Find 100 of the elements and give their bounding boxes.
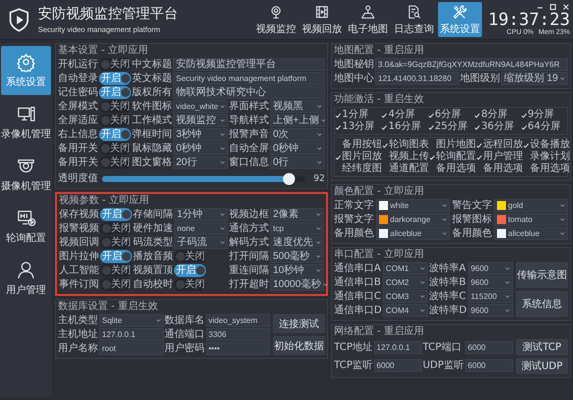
dropdown[interactable]: 1分钟: [174, 208, 228, 221]
toggle-switch[interactable]: 关闭: [99, 58, 131, 71]
dropdown[interactable]: 速度优先: [270, 236, 324, 249]
text-field[interactable]: 物联网技术研究中心: [173, 86, 325, 99]
color-dropdown[interactable]: aliceblue: [376, 227, 450, 240]
text-field[interactable]: ••••: [206, 342, 270, 355]
text-field[interactable]: root: [99, 342, 164, 355]
checkbox[interactable]: 4分屏: [381, 109, 415, 121]
sidebar-item[interactable]: 录像机管理: [1, 98, 51, 147]
text-field[interactable]: 127.0.0.1: [374, 341, 422, 354]
dropdown[interactable]: 0行: [270, 156, 325, 169]
checkbox[interactable]: 备用按钮: [335, 139, 382, 151]
dropdown[interactable]: COM4: [382, 304, 428, 317]
text-field[interactable]: 6000: [374, 359, 422, 372]
checkbox[interactable]: 1分屏: [335, 109, 368, 121]
dropdown[interactable]: 上侧+上侧: [270, 114, 325, 127]
dropdown[interactable]: 子码流: [174, 236, 228, 249]
text-field[interactable]: Security video management platform: [173, 72, 325, 85]
checkbox[interactable]: 图片地图: [429, 139, 476, 151]
text-field[interactable]: video_system: [206, 314, 270, 327]
toggle-switch[interactable]: 关闭: [100, 278, 132, 291]
color-dropdown[interactable]: gold: [494, 199, 568, 212]
color-dropdown[interactable]: aliceblue: [494, 227, 568, 240]
text-field[interactable]: 121.41400,31.18280: [375, 72, 460, 85]
sidebar-item[interactable]: 轮询配置: [1, 202, 51, 251]
dropdown[interactable]: 0秒钟: [270, 142, 325, 155]
nav-tab[interactable]: 日志查询: [392, 2, 436, 37]
dropdown[interactable]: 3秒钟: [173, 128, 228, 141]
dropdown[interactable]: 2像素: [270, 208, 324, 221]
color-dropdown[interactable]: white: [376, 199, 450, 212]
text-field[interactable]: 3306: [206, 328, 270, 341]
toggle-switch[interactable]: 关闭: [100, 236, 132, 249]
dropdown[interactable]: 0次: [270, 128, 325, 141]
checkbox[interactable]: 轮询图表: [382, 139, 429, 151]
dropdown[interactable]: 缩放级别 19: [501, 72, 568, 85]
action-button[interactable]: 测试UDP: [516, 358, 568, 374]
text-field[interactable]: 安防视频监控管理平台: [173, 58, 325, 71]
dropdown[interactable]: COM1: [382, 262, 428, 275]
dropdown[interactable]: 0秒钟: [173, 142, 228, 155]
toggle-switch[interactable]: 关闭: [100, 222, 132, 235]
action-button[interactable]: 连接测试: [273, 314, 325, 333]
checkbox[interactable]: 8分屏: [474, 109, 508, 121]
nav-tab[interactable]: 视频回放: [300, 2, 344, 37]
checkbox[interactable]: 视频上传: [382, 151, 429, 163]
dropdown[interactable]: COM3: [382, 290, 428, 303]
sidebar-item[interactable]: 系统设置: [1, 46, 51, 95]
color-dropdown[interactable]: tomato: [494, 213, 568, 226]
toggle-switch[interactable]: 关闭: [99, 114, 131, 127]
text-field[interactable]: 127.0.0.1: [99, 328, 164, 341]
close-icon[interactable]: [562, 3, 570, 11]
dropdown[interactable]: 视频黑: [270, 100, 325, 113]
checkbox[interactable]: 64分屏: [520, 121, 560, 133]
nav-tab[interactable]: 视频监控: [254, 2, 298, 37]
checkbox[interactable]: 经纬度图: [335, 163, 382, 175]
toggle-switch[interactable]: 开启: [99, 86, 131, 99]
checkbox[interactable]: 备用选项: [429, 163, 476, 175]
checkbox[interactable]: 25分屏: [428, 121, 468, 133]
dropdown[interactable]: 10秒钟: [270, 264, 324, 277]
checkbox[interactable]: 9分屏: [520, 109, 554, 121]
checkbox[interactable]: 远程回放: [476, 139, 523, 151]
action-button[interactable]: 初始化数据: [273, 336, 325, 355]
dropdown[interactable]: 500毫秒: [270, 250, 324, 263]
dropdown[interactable]: Sqlite: [99, 314, 164, 327]
maximize-icon[interactable]: [549, 3, 557, 11]
checkbox[interactable]: 6分屏: [428, 109, 462, 121]
checkbox[interactable]: 备用选项: [476, 163, 523, 175]
sidebar-item[interactable]: 用户管理: [1, 254, 51, 303]
action-button[interactable]: 传输示意图: [516, 262, 568, 288]
toggle-switch[interactable]: 开启: [99, 128, 131, 141]
toggle-switch[interactable]: 关闭: [99, 142, 131, 155]
checkbox[interactable]: 用户管理: [476, 151, 523, 163]
toggle-switch[interactable]: 开启: [100, 250, 132, 263]
toggle-switch[interactable]: 关闭: [99, 156, 131, 169]
dropdown[interactable]: tcp: [270, 222, 324, 235]
dropdown[interactable]: 9600: [468, 262, 513, 275]
dropdown[interactable]: 9600: [468, 276, 513, 289]
dropdown[interactable]: COM2: [382, 276, 428, 289]
checkbox[interactable]: 录像计划: [523, 151, 570, 163]
dropdown[interactable]: video_white: [173, 100, 228, 113]
toggle-switch[interactable]: 关闭: [99, 100, 131, 113]
dropdown[interactable]: none: [174, 222, 228, 235]
toggle-switch[interactable]: 关闭: [100, 264, 132, 277]
toggle-switch[interactable]: 开启: [99, 72, 131, 85]
toggle-switch[interactable]: 开启: [100, 208, 132, 221]
checkbox[interactable]: 备用选项: [523, 163, 570, 175]
checkbox[interactable]: 通道配置: [382, 163, 429, 175]
dropdown[interactable]: 视频监控: [173, 114, 228, 127]
checkbox[interactable]: 16分屏: [381, 121, 422, 133]
checkbox[interactable]: 图片回放: [335, 151, 382, 163]
action-button[interactable]: 测试TCP: [516, 339, 568, 355]
dropdown[interactable]: 9600: [468, 304, 513, 317]
color-dropdown[interactable]: darkorange: [376, 213, 450, 226]
text-field[interactable]: 3.0&ak=9GqzBZjfGqXYXMzdfuRN9AL484PHaY6R: [375, 58, 568, 71]
text-field[interactable]: 6000: [464, 359, 513, 372]
checkbox[interactable]: 轮询配置: [429, 151, 476, 163]
action-button[interactable]: 系统信息: [516, 291, 568, 317]
toggle-switch[interactable]: 关闭: [174, 250, 206, 263]
checkbox[interactable]: 36分屏: [474, 121, 514, 133]
toggle-switch[interactable]: 开启: [174, 264, 206, 277]
checkbox[interactable]: 设备播放: [523, 139, 570, 151]
